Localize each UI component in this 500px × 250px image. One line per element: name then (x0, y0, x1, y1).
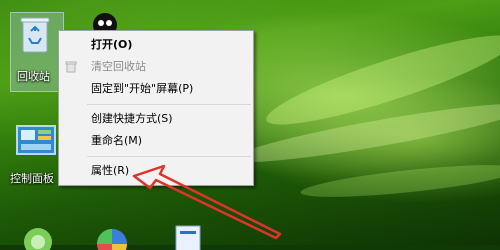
menu-item-pin-to-start[interactable]: 固定到"开始"屏幕(P) (59, 79, 253, 99)
menu-item-empty-recycle-bin: 清空回收站 (59, 57, 253, 77)
menu-separator (87, 104, 251, 105)
control-panel-label: 控制面板 (10, 172, 54, 185)
menu-item-open[interactable]: 打开(O) (59, 35, 253, 55)
menu-separator (87, 156, 251, 157)
empty-bin-icon (65, 61, 77, 73)
menu-item-rename[interactable]: 重命名(M) (59, 131, 253, 151)
control-panel-icon[interactable] (16, 124, 56, 158)
annotation-arrow-icon (132, 164, 282, 240)
recycle-bin-label: 回收站 (17, 70, 50, 83)
menu-item-create-shortcut[interactable]: 创建快捷方式(S) (59, 109, 253, 129)
app-icon-colorful[interactable] (92, 220, 132, 250)
app-icon-green[interactable] (18, 220, 58, 250)
recycle-bin-icon[interactable] (20, 16, 50, 54)
